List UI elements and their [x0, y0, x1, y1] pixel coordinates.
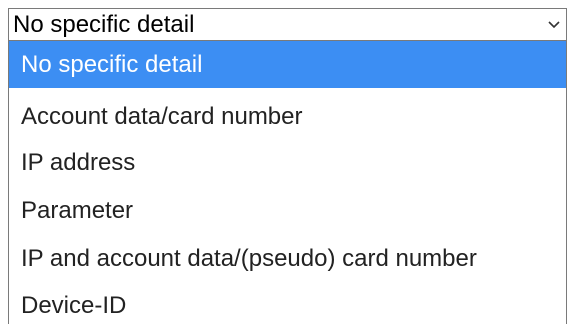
option-ip-and-account-data[interactable]: IP and account data/(pseudo) card number [9, 235, 566, 282]
select-box[interactable]: No specific detail [8, 8, 567, 41]
option-account-data-card-number[interactable]: Account data/card number [9, 93, 566, 140]
chevron-down-icon [548, 20, 560, 28]
option-device-id[interactable]: Device-ID [9, 282, 566, 324]
option-no-specific-detail[interactable]: No specific detail [9, 41, 566, 88]
dropdown-toggle-button[interactable] [542, 9, 566, 40]
select-current-value: No specific detail [13, 11, 195, 38]
dropdown-list: No specific detail Account data/card num… [8, 41, 567, 324]
detail-select[interactable]: No specific detail No specific detail Ac… [0, 0, 574, 324]
option-parameter[interactable]: Parameter [9, 187, 566, 234]
option-ip-address[interactable]: IP address [9, 139, 566, 186]
